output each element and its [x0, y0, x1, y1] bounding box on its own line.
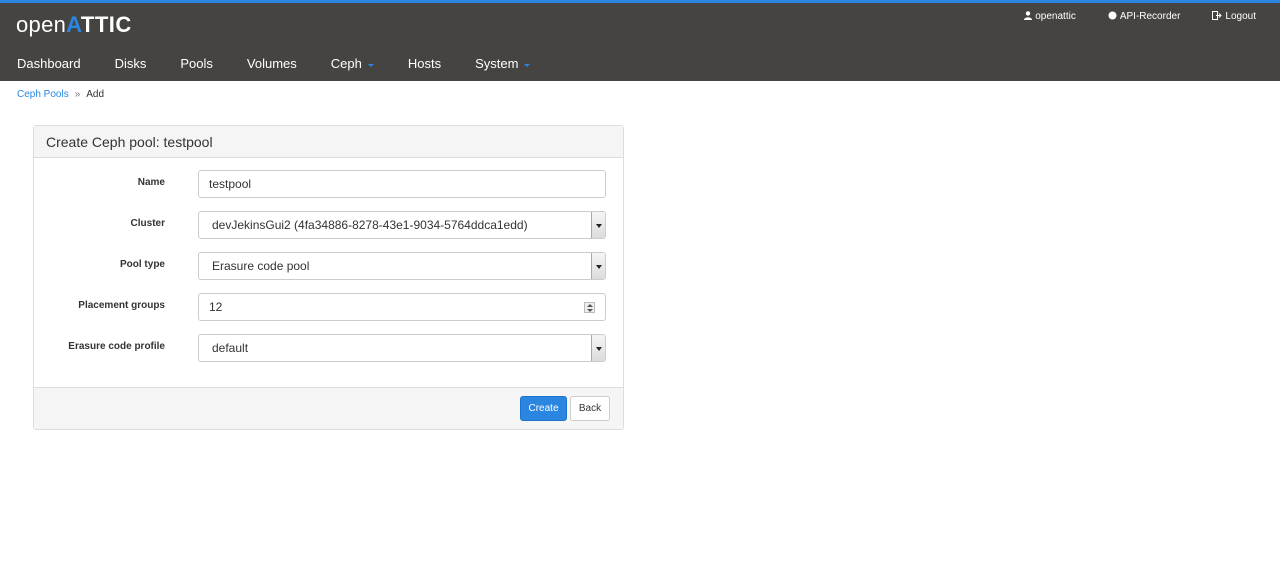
erasure-code-profile-selected-value: default — [212, 341, 249, 355]
nav-item-system[interactable]: System — [458, 53, 547, 81]
logout-label: Logout — [1225, 11, 1256, 22]
record-circle-icon — [1108, 11, 1117, 22]
nav-label: Hosts — [407, 56, 442, 71]
nav-label: Ceph — [330, 56, 362, 71]
nav-item-pools[interactable]: Pools — [163, 53, 230, 81]
nav-label: Pools — [180, 56, 213, 71]
erasure-code-profile-select[interactable]: default — [198, 334, 606, 362]
cluster-label: Cluster — [130, 218, 165, 229]
placement-groups-input[interactable]: 12 — [198, 293, 606, 321]
username-label: openattic — [1035, 11, 1076, 22]
pool-type-label: Pool type — [119, 259, 165, 270]
cluster-selected-value: devJekinsGui2 (4fa34886-8278-43e1-9034-5… — [212, 218, 528, 232]
caret-down-icon — [524, 64, 531, 67]
form-row-placement-groups: Placement groups 12 — [34, 293, 625, 321]
chevron-down-icon[interactable] — [591, 335, 605, 361]
nav-item-hosts[interactable]: Hosts — [391, 53, 458, 81]
user-menu-link[interactable]: openattic — [1008, 11, 1092, 22]
name-label: Name — [137, 177, 165, 188]
nav-item-ceph[interactable]: Ceph — [314, 53, 391, 81]
cluster-select[interactable]: devJekinsGui2 (4fa34886-8278-43e1-9034-5… — [198, 211, 606, 239]
logo-text-attic-rest: TTIC — [80, 12, 132, 37]
pool-type-selected-value: Erasure code pool — [212, 259, 310, 273]
logo-text-open: open — [16, 12, 67, 37]
openattic-logo[interactable]: open ATTIC — [16, 12, 132, 42]
panel-title: Create Ceph pool: testpool — [34, 126, 623, 158]
nav-item-dashboard[interactable]: Dashboard — [0, 53, 98, 81]
breadcrumb-current: Add — [86, 89, 105, 100]
panel-body: Name Cluster devJekinsGui2 (4fa34886-827… — [34, 158, 623, 388]
logo-a-mark: A — [66, 12, 81, 37]
nav-item-disks[interactable]: Disks — [98, 53, 164, 81]
breadcrumb: Ceph Pools » Add — [17, 89, 104, 100]
name-input[interactable] — [198, 170, 606, 198]
form-row-erasure-code-profile: Erasure code profile default — [34, 334, 625, 362]
breadcrumb-ceph-pools-link[interactable]: Ceph Pools — [17, 89, 69, 100]
logo-text-attic: ATTIC — [66, 12, 132, 38]
panel-footer: Create Back — [34, 387, 623, 429]
api-recorder-link[interactable]: API-Recorder — [1092, 11, 1197, 22]
top-navbar: open ATTIC openattic API-Recorder Logout… — [0, 0, 1280, 81]
logout-link[interactable]: Logout — [1196, 11, 1256, 22]
number-spinner-icon[interactable] — [584, 302, 595, 313]
chevron-down-icon[interactable] — [591, 212, 605, 238]
nav-item-volumes[interactable]: Volumes — [230, 53, 314, 81]
main-nav: Dashboard Disks Pools Volumes Ceph Hosts… — [0, 53, 547, 81]
create-pool-panel: Create Ceph pool: testpool Name Cluster … — [33, 125, 624, 430]
nav-label: System — [475, 56, 519, 71]
nav-label: Disks — [114, 56, 147, 71]
form-row-name: Name — [34, 170, 625, 198]
caret-down-icon — [367, 64, 374, 67]
logout-icon — [1212, 11, 1223, 22]
user-links: openattic API-Recorder Logout — [1008, 11, 1256, 22]
back-button[interactable]: Back — [570, 396, 610, 421]
api-recorder-label: API-Recorder — [1119, 11, 1181, 22]
placement-groups-value: 12 — [209, 300, 223, 314]
nav-label: Dashboard — [17, 56, 81, 71]
chevron-down-icon[interactable] — [591, 253, 605, 279]
form-row-pool-type: Pool type Erasure code pool — [34, 252, 625, 280]
placement-groups-label: Placement groups — [78, 300, 165, 311]
erasure-code-profile-label: Erasure code profile — [68, 341, 165, 352]
pool-type-select[interactable]: Erasure code pool — [198, 252, 606, 280]
user-icon — [1024, 11, 1033, 22]
nav-label: Volumes — [246, 56, 297, 71]
create-button[interactable]: Create — [520, 396, 567, 421]
form-row-cluster: Cluster devJekinsGui2 (4fa34886-8278-43e… — [34, 211, 625, 239]
breadcrumb-separator-icon: » — [74, 89, 81, 100]
